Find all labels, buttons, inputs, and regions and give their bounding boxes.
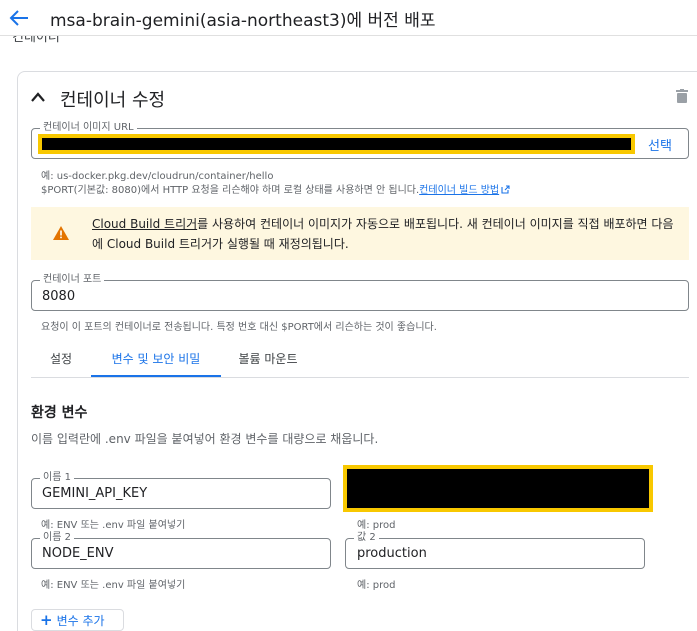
tab-variables-secrets[interactable]: 변수 및 보안 비밀 <box>91 344 221 377</box>
env-name-1-value: GEMINI_API_KEY <box>42 486 148 501</box>
add-variable-button[interactable]: + 변수 추가 <box>31 609 124 631</box>
env-vars-heading: 환경 변수 <box>31 405 88 421</box>
chevron-up-icon[interactable] <box>30 90 46 104</box>
env-value-2-value: production <box>357 546 427 561</box>
delete-icon[interactable] <box>676 89 688 103</box>
external-link-icon <box>501 185 510 194</box>
page-header: msa-brain-gemini(asia-northeast3)에 버전 배포 <box>0 0 697 36</box>
env-name-2-value: NODE_ENV <box>42 546 114 561</box>
select-image-button[interactable]: 선택 <box>648 135 672 154</box>
container-build-link[interactable]: 컨테이너 빌드 방법 <box>419 185 499 196</box>
env-vars-description: 이름 입력란에 .env 파일을 붙여넣어 환경 변수를 대량으로 채웁니다. <box>31 432 379 446</box>
add-variable-label: 변수 추가 <box>56 614 105 628</box>
image-url-hint: 예: us-docker.pkg.dev/cloudrun/container/… <box>41 171 274 182</box>
env-name-2-hint: 예: ENV 또는 .env 파일 붙여넣기 <box>41 580 186 591</box>
redacted-env-value-1 <box>343 465 653 512</box>
tab-volume-mounts[interactable]: 볼륨 마운트 <box>223 344 313 377</box>
page-title: msa-brain-gemini(asia-northeast3)에 버전 배포 <box>50 11 436 31</box>
tab-bar: 설정 변수 및 보안 비밀 볼륨 마운트 <box>31 344 689 378</box>
image-url-port-hint: $PORT(기본값: 8080)에서 HTTP 요청을 리슨해야 하며 로컬 상… <box>41 181 510 196</box>
plus-icon: + <box>40 611 53 629</box>
container-port-value: 8080 <box>42 289 76 304</box>
tab-settings[interactable]: 설정 <box>31 344 91 377</box>
section-heading: 컨테이너 <box>12 36 60 44</box>
panel-title: 컨테이너 수정 <box>60 90 166 111</box>
port-hint-text: $PORT(기본값: 8080)에서 HTTP 요청을 리슨해야 하며 로컬 상… <box>41 185 420 196</box>
env-name-1-hint: 예: ENV 또는 .env 파일 붙여넣기 <box>41 520 186 531</box>
container-port-label: 컨테이너 포트 <box>40 275 105 285</box>
warning-text: Cloud Build 트리거를 사용하여 컨테이너 이미지가 자동으로 배포됩… <box>92 214 682 254</box>
warning-icon <box>53 226 69 240</box>
env-value-2-hint: 예: prod <box>357 580 396 591</box>
env-value-2-label: 값 2 <box>354 533 379 543</box>
env-name-1-label: 이름 1 <box>40 473 74 483</box>
container-port-input[interactable] <box>31 280 689 311</box>
cloud-build-trigger-link[interactable]: Cloud Build 트리거 <box>92 217 197 231</box>
container-port-hint: 요청이 이 포트의 컨테이너로 전송됩니다. 특정 번호 대신 $PORT에서 … <box>41 322 437 333</box>
redacted-image-url <box>38 134 635 154</box>
env-name-2-label: 이름 2 <box>40 533 74 543</box>
back-arrow-icon[interactable] <box>8 8 30 28</box>
container-image-url-label: 컨테이너 이미지 URL <box>40 123 137 133</box>
env-value-1-hint: 예: prod <box>357 520 396 531</box>
